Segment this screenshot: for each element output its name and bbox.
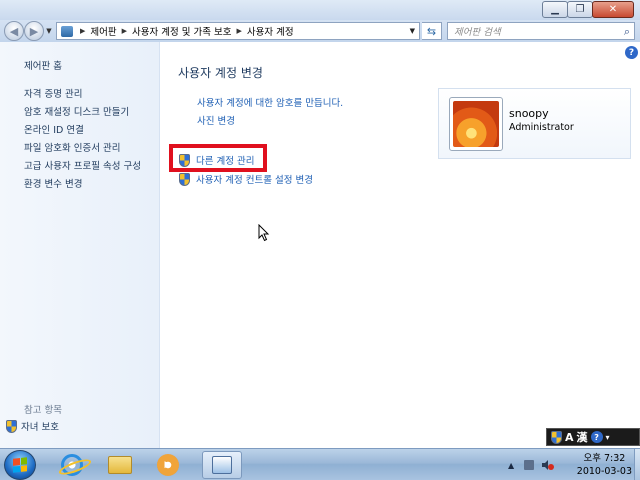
breadcrumb-user-accounts-family[interactable]: 사용자 계정 및 가족 보호 — [132, 24, 231, 38]
maximize-button[interactable]: ❐ — [567, 1, 593, 18]
create-password-link[interactable]: 사용자 계정에 대한 암호를 만듭니다. — [197, 95, 343, 109]
taskbar-media-player[interactable]: ▶ — [148, 451, 188, 479]
create-password-reset-disk-link[interactable]: 암호 재설정 디스크 만들기 — [24, 104, 129, 118]
uac-shield-icon — [179, 172, 190, 186]
help-button[interactable]: ? — [625, 46, 638, 59]
breadcrumb-separator-icon[interactable]: ▶ — [122, 27, 127, 35]
clock-date: 2010-03-03 — [576, 466, 632, 477]
change-picture-link[interactable]: 사진 변경 — [197, 113, 235, 127]
main-content: ? 사용자 계정 변경 사용자 계정에 대한 암호를 만듭니다. 사진 변경 다… — [161, 42, 640, 448]
search-placeholder: 제어판 검색 — [454, 27, 501, 38]
refresh-icon: ⇆ — [426, 24, 437, 38]
language-bar-shield-icon — [551, 430, 562, 444]
flower-picture-icon — [453, 101, 499, 147]
breadcrumb-control-panel[interactable]: 제어판 — [90, 24, 116, 38]
back-button[interactable]: ◀ — [4, 21, 24, 41]
minimize-button[interactable]: ▁ — [542, 1, 568, 18]
show-desktop-button[interactable] — [634, 449, 640, 480]
address-bar[interactable]: ▶ 제어판 ▶ 사용자 계정 및 가족 보호 ▶ 사용자 계정 ▼ — [56, 22, 420, 40]
left-task-pane: 제어판 홈 자격 증명 관리 암호 재설정 디스크 만들기 온라인 ID 연결 … — [0, 42, 160, 448]
chevron-down-icon: ▼ — [46, 27, 52, 35]
media-player-icon: ▶ — [157, 454, 179, 476]
user-picture[interactable] — [449, 97, 503, 151]
network-icon[interactable] — [524, 460, 534, 470]
control-panel-window-icon — [212, 456, 232, 474]
address-dropdown-icon[interactable]: ▼ — [410, 27, 415, 35]
highlight-annotation-box — [169, 144, 267, 172]
close-button[interactable]: ✕ — [592, 1, 634, 18]
taskbar-control-panel[interactable] — [202, 451, 242, 479]
configure-advanced-profile-properties-link[interactable]: 고급 사용자 프로필 속성 구성 — [24, 158, 141, 172]
uac-shield-icon — [6, 419, 17, 433]
search-icon[interactable]: ⌕ — [624, 25, 630, 39]
user-account-card: snoopy Administrator — [438, 88, 631, 159]
show-hidden-icons-icon[interactable]: ▲ — [508, 461, 514, 470]
user-name: snoopy — [509, 107, 549, 120]
control-panel-icon — [61, 25, 73, 37]
forward-arrow-icon: ▶ — [29, 24, 39, 38]
parental-controls-link[interactable]: 자녀 보호 — [6, 419, 59, 433]
language-bar-options-icon[interactable]: ▾ — [606, 433, 610, 442]
parental-controls-label: 자녀 보호 — [21, 422, 59, 433]
breadcrumb-separator-icon[interactable]: ▶ — [80, 27, 85, 35]
uac-settings-label: 사용자 계정 컨트롤 설정 변경 — [196, 175, 313, 186]
see-also-heading: 참고 항목 — [24, 405, 62, 416]
navigation-bar: ◀ ▶ ▼ ▶ 제어판 ▶ 사용자 계정 및 가족 보호 ▶ 사용자 계정 ▼ … — [0, 20, 640, 42]
clock[interactable]: 오후 7:32 2010-03-03 — [577, 452, 632, 478]
folder-icon — [108, 456, 132, 474]
change-environment-variables-link[interactable]: 환경 변수 변경 — [24, 176, 82, 190]
system-tray: ▲ 오후 7:32 2010-03-03 — [500, 449, 640, 480]
breadcrumb-user-accounts[interactable]: 사용자 계정 — [247, 24, 294, 38]
taskbar-windows-explorer[interactable] — [100, 451, 140, 479]
language-bar[interactable]: A 漢 ? ▾ — [546, 428, 640, 446]
taskbar-internet-explorer[interactable] — [52, 451, 92, 479]
user-role: Administrator — [509, 122, 574, 133]
manage-file-encryption-certificates-link[interactable]: 파일 암호화 인증서 관리 — [24, 140, 120, 154]
taskbar: ▶ ▲ 오후 7:32 2010-03-03 — [0, 448, 640, 480]
start-button[interactable] — [4, 450, 36, 480]
refresh-button[interactable]: ⇆ — [422, 22, 442, 40]
link-online-ids-link[interactable]: 온라인 ID 연결 — [24, 122, 84, 136]
hanja-conversion-button[interactable]: 漢 — [577, 429, 588, 445]
clock-time: 오후 7:32 — [583, 453, 626, 464]
input-mode-indicator[interactable]: A — [565, 431, 574, 444]
language-bar-help-button[interactable]: ? — [590, 431, 603, 443]
volume-muted-icon[interactable] — [542, 460, 554, 470]
internet-explorer-icon — [61, 454, 83, 476]
window-title-bar: ▁ ❐ ✕ — [0, 0, 640, 20]
recent-pages-dropdown[interactable]: ▼ — [44, 21, 54, 41]
breadcrumb-separator-icon[interactable]: ▶ — [237, 27, 242, 35]
manage-credentials-link[interactable]: 자격 증명 관리 — [24, 86, 82, 100]
uac-settings-link[interactable]: 사용자 계정 컨트롤 설정 변경 — [179, 172, 313, 186]
control-panel-home-link[interactable]: 제어판 홈 — [24, 58, 62, 72]
mouse-cursor-icon — [258, 224, 270, 242]
page-title: 사용자 계정 변경 — [178, 66, 263, 80]
window-controls: ▁ ❐ ✕ — [542, 1, 634, 18]
back-arrow-icon: ◀ — [9, 24, 19, 38]
forward-button[interactable]: ▶ — [24, 21, 44, 41]
search-input[interactable]: 제어판 검색 ⌕ — [447, 22, 635, 40]
windows-logo-icon — [13, 457, 27, 473]
